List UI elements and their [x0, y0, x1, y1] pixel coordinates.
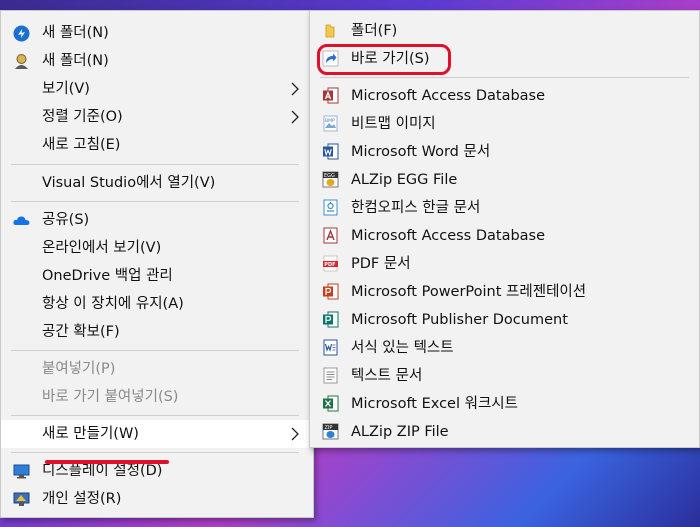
svg-text:EGG: EGG: [324, 173, 335, 179]
menu-item-new-folder-2[interactable]: 새 폴더(N): [1, 47, 313, 75]
submenu-item-publisher[interactable]: Microsoft Publisher Document: [310, 306, 699, 334]
submenu-item-access-database-2[interactable]: Microsoft Access Database: [310, 222, 699, 250]
annotation-red-circle: [317, 44, 451, 75]
text-document-icon: [323, 367, 338, 384]
onedrive-cloud-icon: [13, 216, 30, 225]
menu-item-view[interactable]: 보기(V): [1, 75, 313, 103]
menu-separator: [11, 452, 299, 453]
pdf-icon: PDF: [323, 255, 338, 272]
menu-item-paste: 붙여넣기(P): [42, 361, 116, 377]
powerpoint-icon: [323, 283, 339, 300]
submenu-item-text-document[interactable]: 텍스트 문서: [310, 362, 699, 390]
chevron-right-icon: [291, 427, 299, 441]
menu-item-sort-by[interactable]: 정렬 기준(O): [1, 103, 313, 131]
svg-text:BMP: BMP: [325, 118, 335, 124]
rtf-icon: [323, 339, 338, 356]
alzip-egg-icon: EGG: [322, 171, 339, 188]
menu-separator: [11, 415, 299, 416]
display-icon: [13, 464, 30, 479]
submenu-item-rich-text[interactable]: 서식 있는 텍스트: [310, 334, 699, 362]
hwp-icon: [323, 199, 338, 216]
menu-item-always-keep-on-device[interactable]: 항상 이 장치에 유지(A): [1, 290, 313, 318]
submenu-item-excel-worksheet[interactable]: Microsoft Excel 워크시트: [310, 390, 699, 418]
submenu-item-access-database-1[interactable]: Microsoft Access Database: [310, 82, 699, 110]
access-icon: [323, 87, 339, 104]
menu-item-share[interactable]: 공유(S): [1, 206, 313, 234]
blue-arrow-icon: [13, 25, 30, 42]
menu-item-open-in-visual-studio[interactable]: Visual Studio에서 열기(V): [1, 169, 313, 197]
menu-separator: [11, 201, 299, 202]
svg-text:ZIP: ZIP: [325, 425, 333, 431]
excel-icon: [323, 395, 339, 412]
menu-item-free-up-space[interactable]: 공간 확보(F): [1, 318, 313, 346]
user-badge-icon: [15, 54, 28, 69]
submenu-item-pdf-document[interactable]: PDF PDF 문서: [310, 250, 699, 278]
menu-item-new-folder-1[interactable]: 새 폴더(N): [1, 19, 313, 47]
access-icon: [323, 227, 338, 244]
svg-text:PDF: PDF: [324, 262, 335, 268]
desktop-context-menu: 새 폴더(N) 새 폴더(N) 보기(V) 정렬 기준(O) 새로 고침(E) …: [0, 10, 314, 518]
submenu-item-bitmap-image[interactable]: BMP 비트맵 이미지: [310, 110, 699, 138]
submenu-item-powerpoint[interactable]: Microsoft PowerPoint 프레젠테이션: [310, 278, 699, 306]
submenu-item-hancom-document[interactable]: 한컴오피스 한글 문서: [310, 194, 699, 222]
submenu-item-alzip-egg[interactable]: EGG ALZip EGG File: [310, 166, 699, 194]
menu-separator: [11, 164, 299, 165]
chevron-right-icon: [291, 82, 299, 96]
personalize-icon: [13, 492, 30, 506]
menu-item-personalize[interactable]: 개인 설정(R): [1, 485, 313, 513]
publisher-icon: [323, 311, 339, 328]
chevron-right-icon: [291, 110, 299, 124]
menu-item-new[interactable]: 새로 만들기(W): [1, 420, 313, 448]
submenu-item-folder[interactable]: 폴더(F): [310, 17, 699, 45]
menu-separator: [11, 350, 299, 351]
word-icon: [323, 143, 339, 160]
menu-item-onedrive-backup[interactable]: OneDrive 백업 관리: [1, 262, 313, 290]
folder-icon: [325, 24, 335, 38]
alzip-zip-icon: ZIP: [322, 423, 339, 440]
menu-item-view-online[interactable]: 온라인에서 보기(V): [1, 234, 313, 262]
menu-separator: [320, 77, 689, 78]
new-submenu: 폴더(F) 바로 가기(S) Microsoft Access Database…: [309, 10, 700, 448]
annotation-red-underline: [45, 460, 169, 464]
menu-item-paste-shortcut: 바로 가기 붙여넣기(S): [42, 389, 179, 405]
menu-item-refresh[interactable]: 새로 고침(E): [1, 131, 313, 159]
submenu-item-word-document[interactable]: Microsoft Word 문서: [310, 138, 699, 166]
bitmap-icon: BMP: [323, 115, 338, 132]
submenu-item-alzip-zip[interactable]: ZIP ALZip ZIP File: [310, 418, 699, 446]
